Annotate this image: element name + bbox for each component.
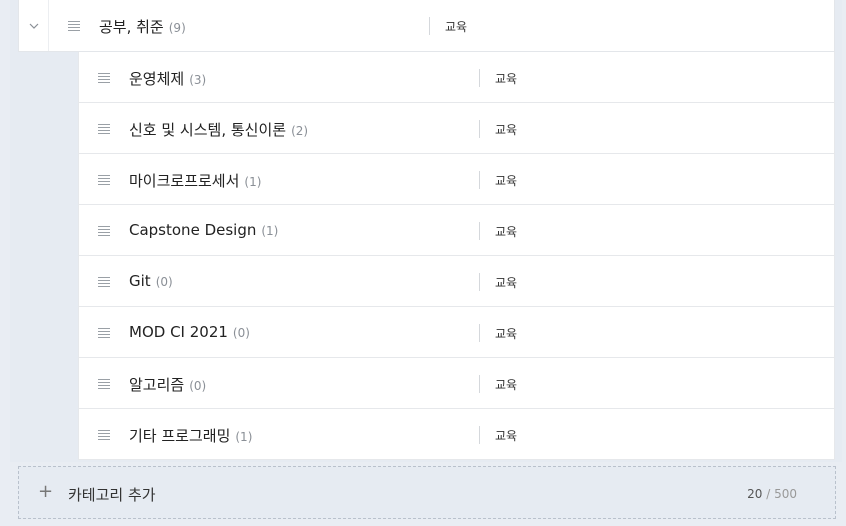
divider [479,69,480,87]
category-counter: 20 / 500 [747,487,797,501]
category-topic[interactable]: 교육 [495,274,517,291]
category-name: 알고리즘 (0) [129,374,206,395]
category-topic[interactable]: 교육 [495,70,517,87]
category-manager: 공부, 취준 (9) 교육 운영체제 (3) 교육 신호 및 시스템, 통신이론 (2)… [0,0,846,526]
category-name: Git (0) [129,272,173,290]
category-title: 운영체제 [129,70,185,88]
category-row[interactable]: 마이크로프로세서 (1) 교육 [78,154,835,205]
category-name: Capstone Design (1) [129,221,278,239]
add-category-label: 카테고리 추가 [68,486,156,504]
category-topic[interactable]: 교육 [495,427,517,444]
category-count: (0) [189,379,207,393]
category-name: 마이크로프로세서 (1) [129,170,261,191]
divider [429,17,430,35]
category-name: MOD CI 2021 (0) [129,323,250,341]
divider [479,222,480,240]
drag-handle-icon[interactable] [98,430,110,440]
drag-handle-icon[interactable] [68,21,80,31]
divider [479,375,480,393]
category-count: (2) [291,124,309,138]
chevron-down-icon [29,23,38,29]
category-title: MOD CI 2021 [129,323,228,341]
plus-icon: + [38,481,54,502]
category-title: 공부, 취준 [99,18,164,36]
category-count: (0) [232,326,250,340]
category-name: 공부, 취준 (9) [99,16,186,37]
add-category-button[interactable]: + 카테고리 추가 20 / 500 [18,466,836,519]
category-count: (0) [155,275,173,289]
category-row[interactable]: Capstone Design (1) 교육 [78,205,835,256]
divider [479,171,480,189]
collapse-toggle[interactable] [19,0,49,51]
category-topic[interactable]: 교육 [445,18,467,35]
drag-handle-icon[interactable] [98,277,110,287]
category-count-current: 20 [747,487,763,501]
category-row[interactable]: Git (0) 교육 [78,256,835,307]
drag-handle-icon[interactable] [98,175,110,185]
category-topic[interactable]: 교육 [495,172,517,189]
category-count: (3) [189,73,207,87]
category-name: 운영체제 (3) [129,68,206,89]
category-topic[interactable]: 교육 [495,223,517,240]
category-row[interactable]: 알고리즘 (0) 교육 [78,358,835,409]
category-topic[interactable]: 교육 [495,121,517,138]
category-count-separator: / [766,487,771,501]
category-count-max: 500 [774,487,797,501]
category-count: (9) [168,21,186,35]
divider [479,324,480,342]
category-title: 마이크로프로세서 [129,172,240,190]
category-row[interactable]: 운영체제 (3) 교육 [78,52,835,103]
divider [479,426,480,444]
category-row[interactable]: MOD CI 2021 (0) 교육 [78,307,835,358]
category-topic[interactable]: 교육 [495,376,517,393]
category-topic[interactable]: 교육 [495,325,517,342]
category-row-parent[interactable]: 공부, 취준 (9) 교육 [18,0,835,52]
divider [479,120,480,138]
category-title: 신호 및 시스템, 통신이론 [129,121,287,139]
drag-handle-icon[interactable] [98,226,110,236]
category-count: (1) [235,430,253,444]
category-title: 기타 프로그래밍 [129,427,231,445]
category-row[interactable]: 신호 및 시스템, 통신이론 (2) 교육 [78,103,835,154]
drag-handle-icon[interactable] [98,328,110,338]
category-title: Capstone Design [129,221,257,239]
category-count: (1) [261,224,279,238]
category-title: Git [129,272,151,290]
category-title: 알고리즘 [129,376,185,394]
category-name: 기타 프로그래밍 (1) [129,425,252,446]
category-row[interactable]: 기타 프로그래밍 (1) 교육 [78,409,835,460]
divider [479,273,480,291]
drag-handle-icon[interactable] [98,73,110,83]
category-name: 신호 및 시스템, 통신이론 (2) [129,119,308,140]
drag-handle-icon[interactable] [98,379,110,389]
category-count: (1) [244,175,262,189]
drag-handle-icon[interactable] [98,124,110,134]
